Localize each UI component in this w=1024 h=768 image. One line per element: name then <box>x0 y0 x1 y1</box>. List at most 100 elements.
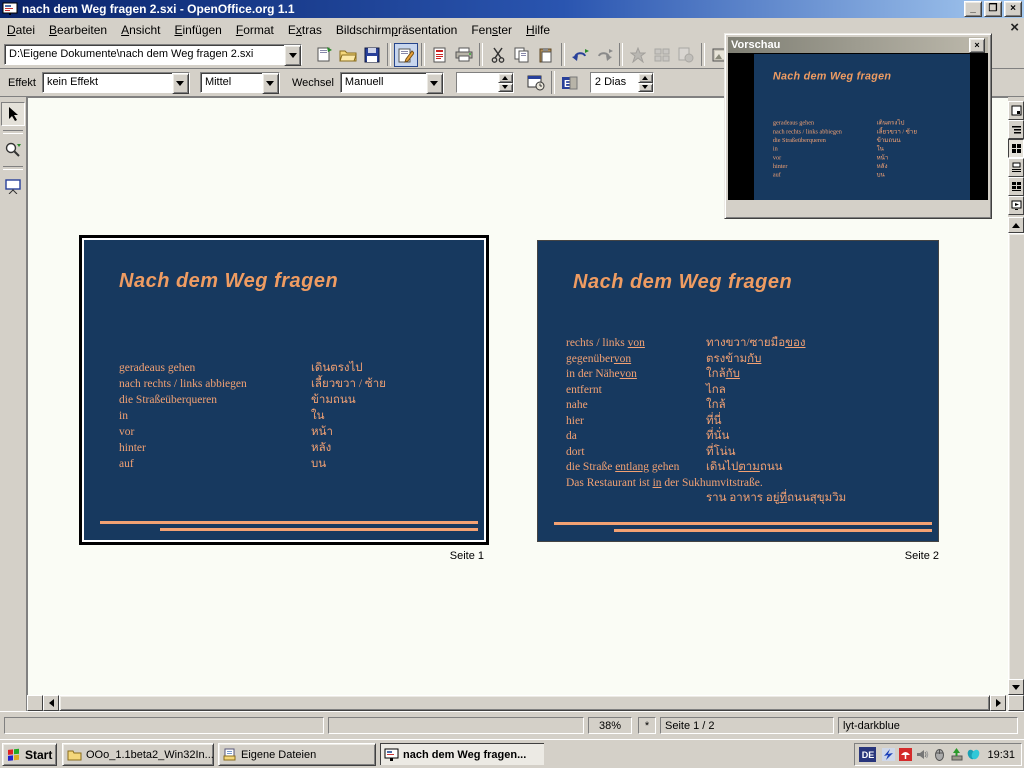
vocab-row: hierที่นี่ <box>566 414 846 430</box>
taskbar-clock[interactable]: 19:31 <box>987 749 1015 761</box>
zoom-icon[interactable] <box>1 138 25 162</box>
menu-bearbeiten[interactable]: Bearbeiten <box>42 20 114 40</box>
th-text: ที่นั่น <box>706 430 729 442</box>
outline-view-icon[interactable] <box>1008 120 1024 139</box>
de-text: die Straßeüberqueren <box>773 136 877 145</box>
menu-ansicht[interactable]: Ansicht <box>114 20 167 40</box>
effect-combobox[interactable]: kein Effekt <box>42 72 190 93</box>
task-button-eigene-dateien[interactable]: Eigene Dateien <box>218 743 376 766</box>
scroll-down-icon[interactable] <box>1008 679 1024 695</box>
insert-object-icon[interactable] <box>626 43 650 67</box>
preview-titlebar[interactable]: Vorschau × <box>728 37 988 53</box>
horizontal-scrollbar-thumb[interactable] <box>59 695 990 711</box>
desktop: nach dem Weg fragen 2.sxi - OpenOffice.o… <box>0 0 1024 768</box>
tray-volume-icon[interactable] <box>916 748 929 761</box>
save-icon[interactable] <box>360 43 384 67</box>
draw-functions-icon[interactable] <box>674 43 698 67</box>
de-text: Das Restaurant ist in der Sukhumvitstraß… <box>566 476 706 492</box>
slide-2-canvas[interactable]: Nach dem Weg fragen rechts / links vonทา… <box>538 241 938 541</box>
page-indicator-field[interactable]: Seite 1 / 2 <box>660 717 834 734</box>
slide-1-selection-frame[interactable]: Nach dem Weg fragen geradeaus gehenเดินต… <box>79 235 489 545</box>
keyboard-language-indicator[interactable]: DE <box>859 747 876 762</box>
slide-title: Nach dem Weg fragen <box>119 270 338 293</box>
de-text: hier <box>566 414 706 430</box>
close-button[interactable]: × <box>1004 1 1022 17</box>
vocab-row: nach rechts / links abbiegenเลี้ยวขวา / … <box>773 127 917 136</box>
window-titlebar[interactable]: nach dem Weg fragen 2.sxi - OpenOffice.o… <box>0 0 1024 18</box>
presentation-icon[interactable] <box>1 174 25 198</box>
scroll-left-icon[interactable] <box>43 695 59 711</box>
menu-fenster[interactable]: Fenster <box>464 20 519 40</box>
select-pointer-icon[interactable] <box>1 102 25 126</box>
print-icon[interactable] <box>452 43 476 67</box>
task-button-folder[interactable]: OOo_1.1beta2_Win32In... <box>62 743 214 766</box>
preview-window[interactable]: Vorschau × Nach dem Weg fragen geradeaus… <box>724 33 992 219</box>
toolbar-separator <box>619 43 623 66</box>
transition-combobox[interactable]: Manuell <box>340 72 444 93</box>
speed-combobox[interactable]: Mittel <box>200 72 280 93</box>
url-combobox[interactable]: D:\Eigene Dokumente\nach dem Weg fragen … <box>4 44 302 65</box>
statusbar: 38% * Seite 1 / 2 lyt-darkblue <box>0 711 1024 740</box>
effects-window-icon[interactable] <box>524 71 548 95</box>
minimize-button[interactable]: _ <box>964 1 982 17</box>
cut-icon[interactable] <box>486 43 510 67</box>
tray-display-utility-icon[interactable] <box>967 748 980 761</box>
insert-fields-icon[interactable] <box>650 43 674 67</box>
menu-extras[interactable]: Extras <box>281 20 329 40</box>
speed-value: Mittel <box>201 73 262 94</box>
vocab-row: naheใกล้ <box>566 398 846 414</box>
horizontal-scrollbar[interactable] <box>27 695 1024 711</box>
th-text: เดินไปตามถนน <box>706 461 783 473</box>
slide-1-canvas[interactable]: Nach dem Weg fragen geradeaus gehenเดินต… <box>754 54 970 200</box>
open-icon[interactable] <box>336 43 360 67</box>
tray-lightning-icon[interactable] <box>882 748 895 761</box>
tray-antivirus-icon[interactable] <box>899 748 912 761</box>
url-dropdown-icon[interactable] <box>284 45 301 66</box>
task-button-impress-active[interactable]: nach dem Weg fragen... <box>380 743 545 766</box>
paste-icon[interactable] <box>534 43 558 67</box>
zoom-level-field[interactable]: 38% <box>588 717 632 734</box>
slide-1-canvas[interactable]: Nach dem Weg fragen geradeaus gehenเดินต… <box>84 240 484 540</box>
time-spinner[interactable] <box>456 72 514 93</box>
tray-mouse-icon[interactable] <box>933 748 946 761</box>
de-text: auf <box>773 171 877 180</box>
th-text: หน้า <box>877 154 889 160</box>
notes-view-icon[interactable] <box>1008 158 1024 177</box>
impress-doc-icon <box>384 748 399 761</box>
scroll-right-icon[interactable] <box>990 695 1006 711</box>
start-presentation-icon[interactable] <box>1008 196 1024 215</box>
new-document-icon[interactable] <box>312 43 336 67</box>
menu-einfuegen[interactable]: Einfügen <box>167 20 228 40</box>
document-close-icon[interactable]: × <box>1010 20 1019 35</box>
drawing-view-icon[interactable] <box>1008 101 1024 120</box>
scrollbar-splitter[interactable] <box>27 695 43 711</box>
menu-hilfe[interactable]: Hilfe <box>519 20 557 40</box>
menu-datei[interactable]: Datei <box>0 20 42 40</box>
handout-view-icon[interactable] <box>1008 177 1024 196</box>
de-text: hinter <box>119 440 311 456</box>
slide-sorter-view-icon[interactable] <box>1008 139 1024 158</box>
restore-button[interactable]: ❐ <box>984 1 1002 17</box>
scroll-up-icon[interactable] <box>1008 217 1024 233</box>
speed-dropdown-icon[interactable] <box>262 73 279 94</box>
th-text: หลัง <box>311 442 331 454</box>
menu-bildschirmpraesentation[interactable]: Bildschirmpräsentation <box>329 20 464 40</box>
dias-spinner[interactable]: 2 Dias <box>590 72 654 93</box>
slide-2-frame[interactable]: Nach dem Weg fragen rechts / links vonทา… <box>537 240 939 542</box>
undo-icon[interactable] <box>568 43 592 67</box>
redo-icon[interactable] <box>592 43 616 67</box>
slide-title: Nach dem Weg fragen <box>573 271 792 294</box>
edit-file-icon[interactable] <box>394 43 418 67</box>
export-pdf-icon[interactable] <box>428 43 452 67</box>
preview-close-icon[interactable]: × <box>969 38 985 53</box>
preview-title-text: Vorschau <box>731 39 969 51</box>
copy-icon[interactable] <box>510 43 534 67</box>
start-button[interactable]: Start <box>2 743 57 766</box>
vocab-row: die Straße entlang gehenเดินไปตามถนน <box>566 460 846 476</box>
tray-eject-hardware-icon[interactable] <box>950 748 963 761</box>
interaction-icon[interactable]: E <box>558 71 582 95</box>
layout-name-field[interactable]: lyt-darkblue <box>838 717 1018 734</box>
transition-dropdown-icon[interactable] <box>426 73 443 94</box>
menu-format[interactable]: Format <box>229 20 281 40</box>
effect-dropdown-icon[interactable] <box>172 73 189 94</box>
